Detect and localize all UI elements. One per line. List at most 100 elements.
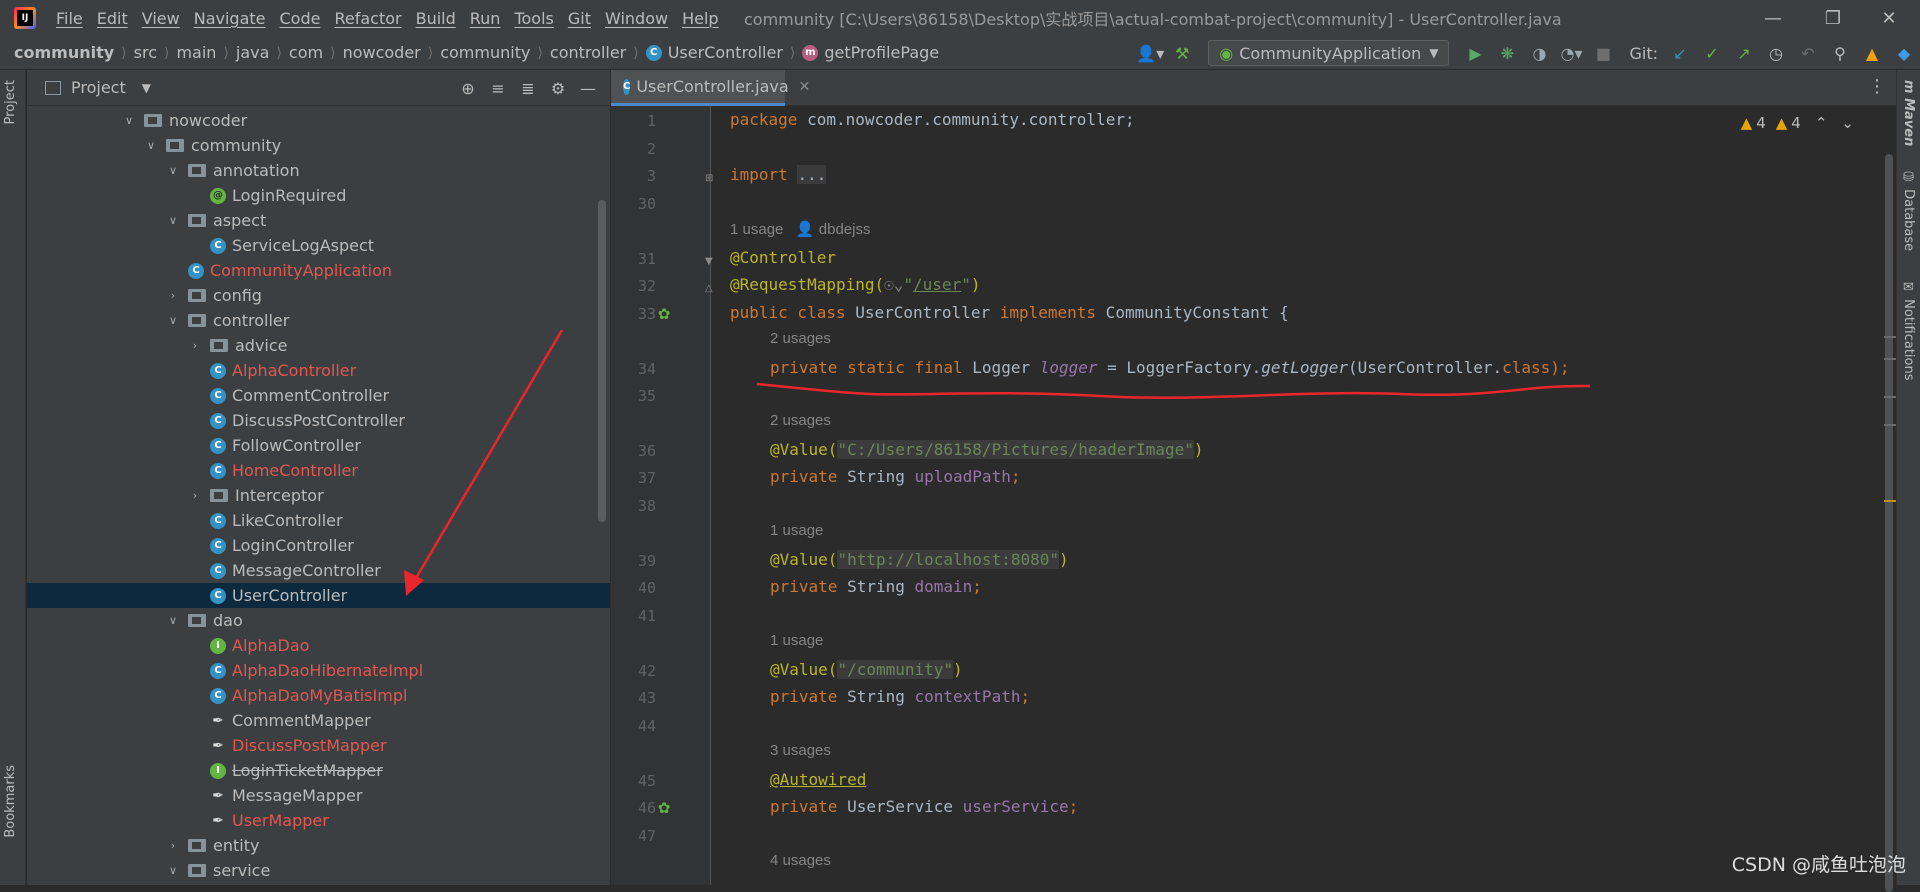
chevron-down-icon[interactable]: ∨ bbox=[144, 139, 158, 152]
chevron-down-icon[interactable]: ∨ bbox=[122, 114, 136, 127]
expand-all-icon[interactable]: ≡ bbox=[486, 79, 510, 98]
spring-bean-icon[interactable]: ✿ bbox=[654, 305, 674, 325]
rollback-icon[interactable]: ↶ bbox=[1794, 39, 1822, 67]
tree-item[interactable]: CServiceLogAspect bbox=[27, 233, 610, 258]
menu-run[interactable]: Run bbox=[470, 9, 501, 28]
breadcrumb-community[interactable]: community bbox=[440, 43, 530, 62]
minimize-icon[interactable]: — bbox=[1750, 0, 1796, 36]
folded-imports[interactable]: ... bbox=[797, 165, 826, 184]
tree-item[interactable]: CFollowController bbox=[27, 433, 610, 458]
chevron-right-icon[interactable]: › bbox=[166, 289, 180, 302]
build-hammer-icon[interactable]: ⚒ bbox=[1168, 39, 1196, 67]
usage-hint[interactable]: 3 usages bbox=[770, 742, 831, 759]
tree-item[interactable]: ✒MessageMapper bbox=[27, 783, 610, 808]
chevron-down-icon[interactable]: ∨ bbox=[166, 314, 180, 327]
menu-file[interactable]: File bbox=[56, 9, 83, 28]
more-vertical-icon[interactable]: ⋮ bbox=[1868, 76, 1886, 97]
usage-hint[interactable]: 1 usage bbox=[770, 522, 823, 539]
menu-build[interactable]: Build bbox=[416, 9, 456, 28]
chevron-right-icon[interactable]: › bbox=[188, 489, 202, 502]
breadcrumb-com[interactable]: com bbox=[289, 43, 323, 62]
tree-item[interactable]: ›Interceptor bbox=[27, 483, 610, 508]
editor-scrollbar[interactable] bbox=[1882, 106, 1896, 885]
tree-item[interactable]: CCommentController bbox=[27, 383, 610, 408]
tree-item[interactable]: CCommunityApplication bbox=[27, 258, 610, 283]
tree-item[interactable]: CDiscussPostController bbox=[27, 408, 610, 433]
menu-edit[interactable]: Edit bbox=[97, 9, 128, 28]
run-icon[interactable]: ▶ bbox=[1461, 39, 1489, 67]
collapse-all-icon[interactable]: ≣ bbox=[516, 79, 540, 98]
breadcrumb-nowcoder[interactable]: nowcoder bbox=[343, 43, 421, 62]
tree-item[interactable]: ∨controller bbox=[27, 308, 610, 333]
chevron-down-icon[interactable]: ∨ bbox=[166, 864, 180, 877]
usage-hint[interactable]: 1 usage 👤 dbdejss bbox=[730, 220, 870, 238]
close-window-icon[interactable]: ✕ bbox=[1866, 0, 1912, 36]
database-tool-tab[interactable]: ⛁ Database bbox=[1901, 170, 1916, 251]
run-configuration-select[interactable]: ◉ CommunityApplication ▼ bbox=[1208, 40, 1449, 66]
breadcrumb-java[interactable]: java bbox=[236, 43, 270, 62]
menu-git[interactable]: Git bbox=[568, 9, 591, 28]
tree-item[interactable]: CAlphaDaoMyBatisImpl bbox=[27, 683, 610, 708]
breadcrumb-main[interactable]: main bbox=[176, 43, 216, 62]
chevron-down-icon[interactable]: ∨ bbox=[166, 614, 180, 627]
breadcrumb-project[interactable]: community bbox=[14, 43, 114, 62]
tree-item[interactable]: CHomeController bbox=[27, 458, 610, 483]
restore-icon[interactable]: ❐ bbox=[1810, 0, 1856, 36]
tree-item[interactable]: ∨annotation bbox=[27, 158, 610, 183]
code-area[interactable]: ▲4 ▲4 ⌃ ⌄ package com.nowcoder.community… bbox=[711, 106, 1896, 885]
breadcrumb-src[interactable]: src bbox=[134, 43, 157, 62]
usage-hint[interactable]: 4 usages bbox=[770, 852, 831, 869]
jetbrains-toolbox-icon[interactable]: ◆ bbox=[1890, 39, 1918, 67]
chevron-right-icon[interactable]: › bbox=[188, 339, 202, 352]
menu-tools[interactable]: Tools bbox=[514, 9, 553, 28]
stop-icon[interactable]: ■ bbox=[1589, 39, 1617, 67]
usage-hint[interactable]: 1 usage bbox=[770, 632, 823, 649]
project-panel-title[interactable]: Project bbox=[71, 78, 126, 97]
tree-item[interactable]: ∨service bbox=[27, 858, 610, 883]
tree-item[interactable]: ∨aspect bbox=[27, 208, 610, 233]
usage-hint[interactable]: 2 usages bbox=[770, 412, 831, 429]
tree-item[interactable]: ∨community bbox=[27, 133, 610, 158]
search-icon[interactable]: ⚲ bbox=[1826, 39, 1854, 67]
spring-autowired-icon[interactable]: ✿ bbox=[654, 799, 674, 819]
tree-item[interactable]: CAlphaDaoHibernateImpl bbox=[27, 658, 610, 683]
git-history-icon[interactable]: ◷ bbox=[1762, 39, 1790, 67]
tree-item[interactable]: CMessageController bbox=[27, 558, 610, 583]
notifications-tool-tab[interactable]: ✉ Notifications bbox=[1901, 280, 1916, 381]
prev-highlight-icon[interactable]: ⌃ bbox=[1815, 114, 1828, 132]
tree-item[interactable]: ›config bbox=[27, 283, 610, 308]
next-highlight-icon[interactable]: ⌄ bbox=[1841, 114, 1854, 132]
tree-item[interactable]: CUserController bbox=[27, 583, 610, 608]
tree-item[interactable]: ✒DiscussPostMapper bbox=[27, 733, 610, 758]
inspection-widget[interactable]: ▲4 ▲4 ⌃ ⌄ bbox=[1741, 114, 1854, 132]
tree-item[interactable]: ∨dao bbox=[27, 608, 610, 633]
tree-item[interactable]: ✒UserMapper bbox=[27, 808, 610, 833]
chevron-right-icon[interactable]: › bbox=[166, 839, 180, 852]
hide-panel-icon[interactable]: — bbox=[576, 79, 600, 98]
debug-bug-icon[interactable]: ❋ bbox=[1493, 39, 1521, 67]
tree-item[interactable]: CAlphaController bbox=[27, 358, 610, 383]
menu-navigate[interactable]: Navigate bbox=[194, 9, 266, 28]
close-tab-icon[interactable]: ✕ bbox=[799, 79, 811, 95]
update-icon[interactable]: ▲ bbox=[1858, 39, 1886, 67]
tab-usercontroller-java[interactable]: C UserController.java ✕ bbox=[611, 70, 785, 106]
maven-tool-tab[interactable]: m Maven bbox=[1901, 80, 1916, 146]
bookmarks-tool-tab[interactable]: Bookmarks bbox=[3, 765, 18, 838]
project-tool-tab[interactable]: Project bbox=[3, 80, 18, 124]
tree-item[interactable]: ✒CommentMapper bbox=[27, 708, 610, 733]
tree-item[interactable]: IAlphaDao bbox=[27, 633, 610, 658]
tree-item[interactable]: @LoginRequired bbox=[27, 183, 610, 208]
menu-window[interactable]: Window bbox=[605, 9, 668, 28]
chevron-down-icon[interactable]: ∨ bbox=[166, 164, 180, 177]
tree-item[interactable]: CLikeController bbox=[27, 508, 610, 533]
breadcrumb-controller[interactable]: controller bbox=[550, 43, 626, 62]
profile-icon[interactable]: ◔▾ bbox=[1557, 39, 1585, 67]
user-icon[interactable]: 👤▾ bbox=[1136, 39, 1164, 67]
tree-item[interactable]: ILoginTicketMapper bbox=[27, 758, 610, 783]
gear-icon[interactable]: ⚙ bbox=[546, 79, 570, 98]
locate-target-icon[interactable]: ⊕ bbox=[456, 79, 480, 98]
menu-refactor[interactable]: Refactor bbox=[334, 9, 401, 28]
menu-view[interactable]: View bbox=[142, 9, 180, 28]
editor-scroll-thumb[interactable] bbox=[1885, 154, 1893, 892]
breadcrumb-method[interactable]: getProfilePage bbox=[824, 43, 939, 62]
